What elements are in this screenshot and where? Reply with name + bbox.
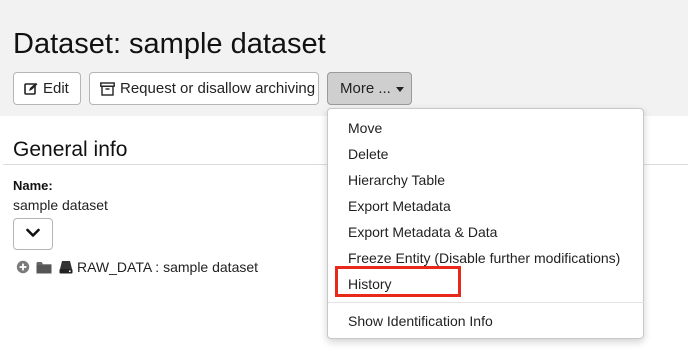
name-label: Name: [13, 178, 53, 193]
more-button-label: More ... [340, 80, 391, 97]
edit-button-label: Edit [43, 80, 69, 97]
edit-icon [24, 82, 38, 96]
caret-down-icon [395, 87, 404, 92]
dataset-drive-icon [59, 260, 73, 274]
plus-circle-icon[interactable] [16, 260, 30, 274]
name-value: sample dataset [13, 197, 108, 213]
tree-node-label[interactable]: RAW_DATA : sample dataset [77, 259, 258, 275]
chevron-down-icon [26, 225, 40, 243]
menu-item-delete[interactable]: Delete [348, 146, 388, 162]
page-title: Dataset: sample dataset [13, 28, 326, 60]
menu-item-move[interactable]: Move [348, 120, 382, 136]
edit-button[interactable]: Edit [13, 72, 81, 105]
dataset-tree-node[interactable]: RAW_DATA : sample dataset [16, 258, 258, 276]
request-archiving-button[interactable]: Request or disallow archiving [89, 72, 319, 105]
expand-button[interactable] [13, 218, 53, 250]
archive-box-icon [100, 81, 115, 96]
request-archiving-label: Request or disallow archiving [120, 80, 316, 97]
menu-item-export-metadata[interactable]: Export Metadata [348, 198, 451, 214]
more-dropdown-menu: Move Delete Hierarchy Table Export Metad… [327, 108, 645, 339]
general-info-heading: General info [13, 138, 128, 161]
menu-divider [328, 302, 645, 303]
more-dropdown-button[interactable]: More ... [327, 72, 412, 105]
menu-item-hierarchy-table[interactable]: Hierarchy Table [348, 172, 445, 188]
menu-item-show-identification-info[interactable]: Show Identification Info [348, 313, 493, 329]
menu-item-freeze-entity[interactable]: Freeze Entity (Disable further modificat… [348, 250, 620, 266]
menu-item-export-metadata-data[interactable]: Export Metadata & Data [348, 224, 497, 240]
folder-icon [36, 261, 52, 274]
menu-item-history[interactable]: History [348, 276, 392, 292]
